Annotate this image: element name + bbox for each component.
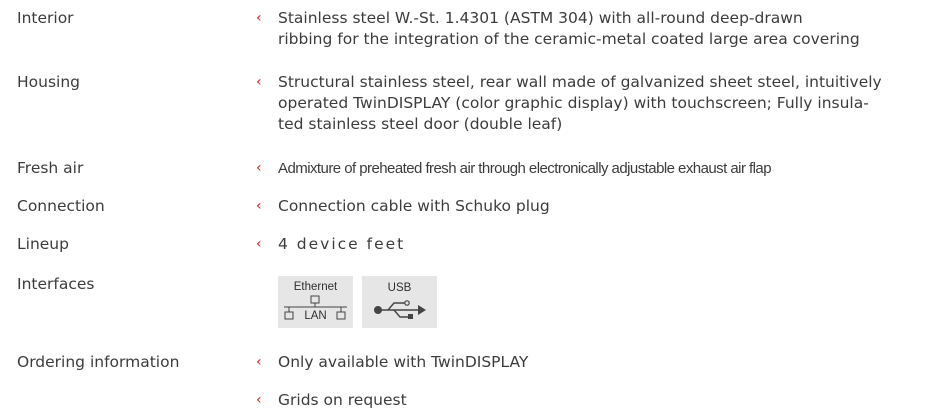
spec-value: Structural stainless steel, rear wall ma… bbox=[278, 73, 882, 133]
usb-badge: USB bbox=[362, 276, 437, 328]
spec-value: 4 device feet bbox=[278, 235, 406, 253]
spec-label: Fresh air bbox=[17, 159, 84, 177]
spec-value: Stainless steel W.-St. 1.4301 (ASTM 304)… bbox=[278, 9, 860, 48]
bullet-icon: ‹ bbox=[256, 392, 262, 408]
bullet-icon: ‹ bbox=[256, 354, 262, 370]
spec-label: Connection bbox=[17, 197, 105, 215]
interface-badges: Ethernet LAN USB bbox=[278, 276, 437, 328]
spec-label: Ordering information bbox=[17, 353, 180, 371]
spec-label: Interior bbox=[17, 9, 74, 27]
spec-label: Housing bbox=[17, 73, 81, 91]
ethernet-badge: Ethernet LAN bbox=[278, 276, 353, 328]
bullet-icon: ‹ bbox=[256, 160, 262, 176]
usb-icon bbox=[374, 300, 426, 319]
spec-value: Connection cable with Schuko plug bbox=[278, 197, 550, 215]
spec-value: Only available with TwinDISPLAY bbox=[278, 353, 529, 371]
bullet-icon: ‹ bbox=[256, 74, 262, 90]
spec-value: Grids on request bbox=[278, 391, 407, 409]
spec-label: Lineup bbox=[17, 235, 69, 253]
spec-label: Interfaces bbox=[17, 275, 95, 293]
spec-value: Admixture of preheated fresh air through… bbox=[278, 160, 772, 177]
bullet-icon: ‹ bbox=[256, 236, 262, 252]
technical-specifications: Interior ‹ Stainless steel W.-St. 1.4301… bbox=[0, 0, 937, 409]
bullet-icon: ‹ bbox=[256, 10, 262, 26]
bullet-icon: ‹ bbox=[256, 198, 262, 214]
lan-label: LAN bbox=[304, 310, 327, 322]
